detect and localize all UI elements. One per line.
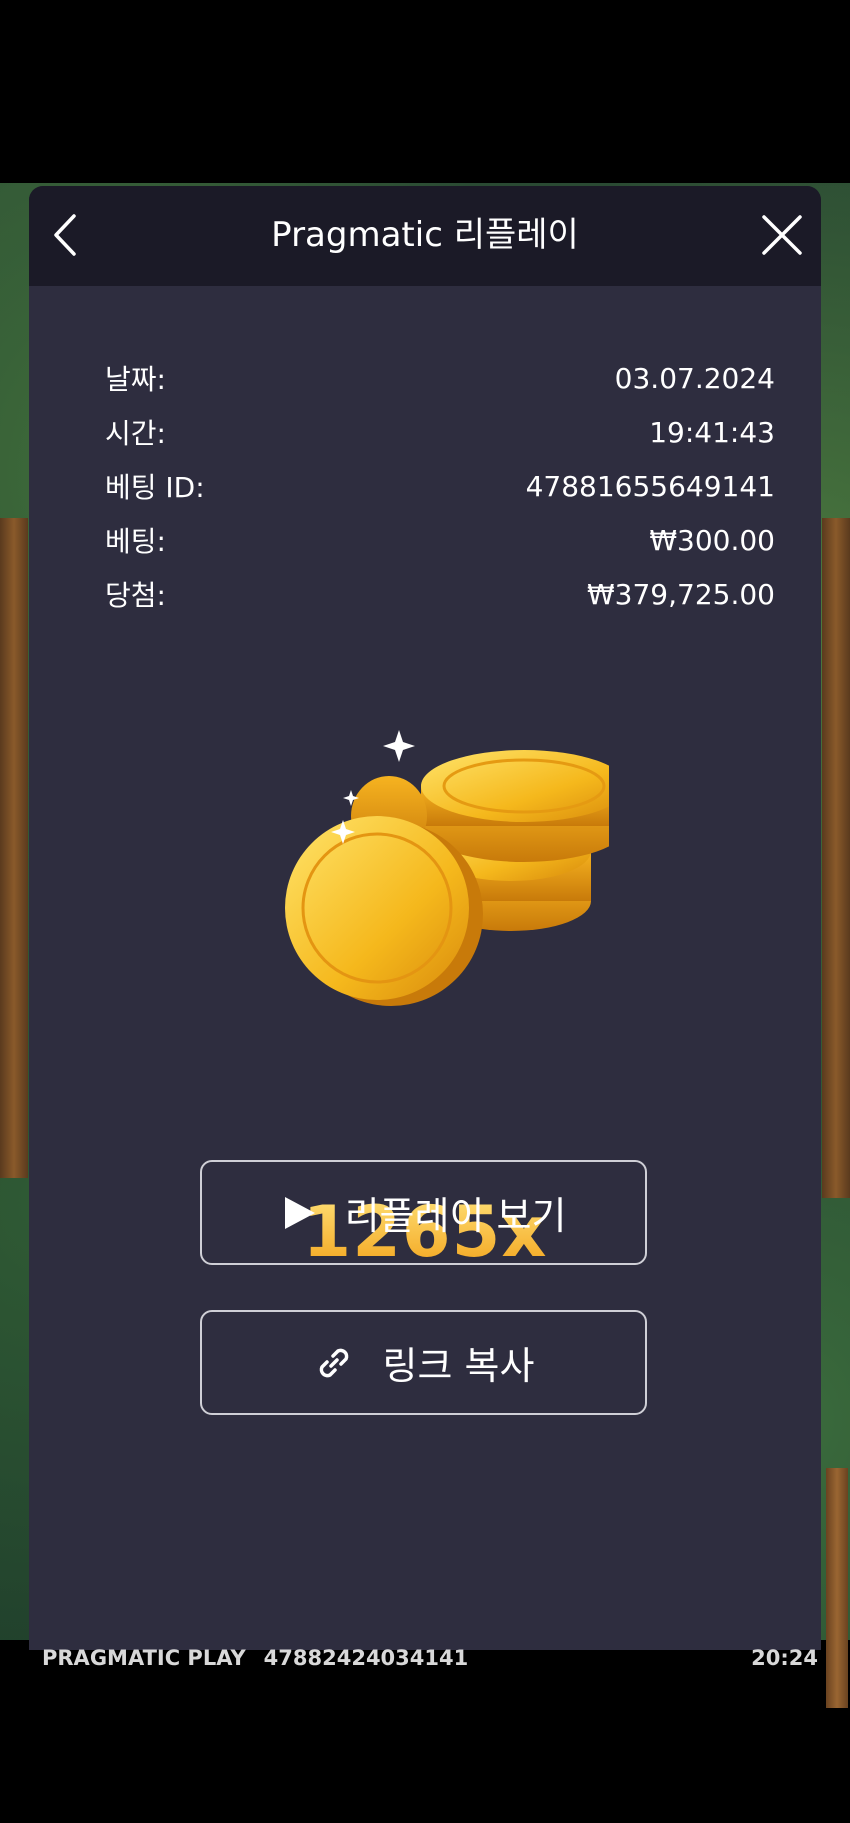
info-row-win: 당첨: ₩379,725.00 (105, 567, 775, 621)
info-row-bet-id: 베팅 ID: 47881655649141 (105, 459, 775, 513)
info-value: ₩300.00 (649, 523, 775, 557)
info-row-date: 날짜: 03.07.2024 (105, 351, 775, 405)
watch-replay-button[interactable]: 리플레이 보기 (200, 1160, 647, 1265)
footer-left: PRAGMATIC PLAY 47882424034141 (42, 1646, 468, 1670)
bet-info-list: 날짜: 03.07.2024 시간: 19:41:43 베팅 ID: 47881… (105, 351, 775, 621)
round-id: 47882424034141 (263, 1646, 469, 1670)
close-button[interactable] (755, 208, 809, 262)
modal-title: Pragmatic 리플레이 (271, 215, 579, 255)
replay-modal: Pragmatic 리플레이 날짜: 03.07.2024 시간: 19:41:… (29, 186, 821, 1650)
info-label: 당첨: (105, 579, 166, 612)
modal-header: Pragmatic 리플레이 (29, 186, 821, 286)
copy-link-button[interactable]: 링크 복사 (200, 1310, 647, 1415)
info-label: 날짜: (105, 363, 166, 396)
brand-label: PRAGMATIC PLAY (42, 1646, 246, 1670)
info-label: 베팅: (105, 525, 166, 558)
play-icon (284, 1196, 315, 1229)
vine-left-decoration (0, 518, 28, 1178)
clock: 20:24 (751, 1646, 818, 1670)
close-icon (762, 215, 802, 255)
info-label: 베팅 ID: (105, 471, 205, 504)
info-row-time: 시간: 19:41:43 (105, 405, 775, 459)
vine-right-decoration (822, 518, 850, 1198)
info-label: 시간: (105, 417, 166, 450)
gold-coins-icon (285, 730, 609, 1006)
info-value: 47881655649141 (525, 469, 775, 503)
watch-replay-label: 리플레이 보기 (344, 1194, 567, 1238)
link-icon (319, 1348, 348, 1377)
copy-link-label: 링크 복사 (382, 1344, 535, 1388)
info-row-bet: 베팅: ₩300.00 (105, 513, 775, 567)
info-value: 03.07.2024 (614, 361, 775, 395)
game-footer: PRAGMATIC PLAY 47882424034141 20:24 (0, 1640, 850, 1676)
info-value: ₩379,725.00 (586, 577, 775, 611)
info-value: 19:41:43 (649, 415, 775, 449)
